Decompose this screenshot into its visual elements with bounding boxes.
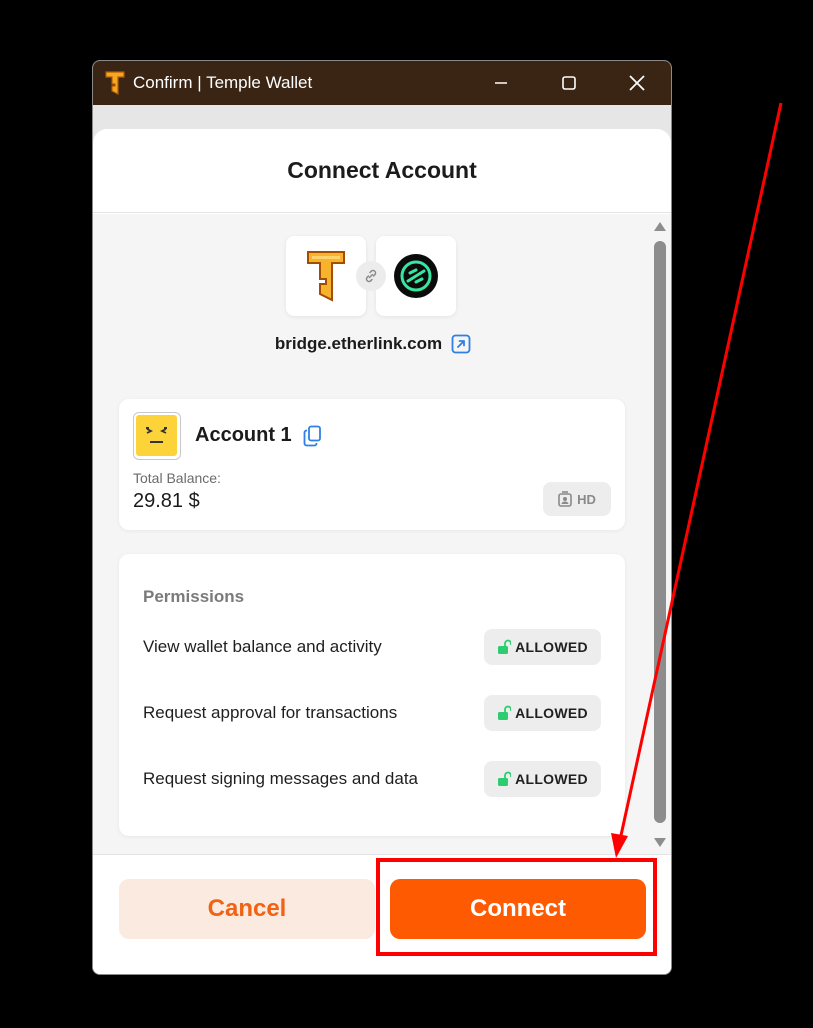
- dapp-site-row: bridge.etherlink.com: [93, 334, 653, 354]
- link-icon: [356, 261, 386, 291]
- temple-key-icon: [307, 251, 345, 302]
- connect-highlight-box: [376, 858, 657, 956]
- permissions-card: Permissions View wallet balance and acti…: [119, 554, 625, 836]
- account-card[interactable]: Account 1 Total Balance: 29.81 $ HD: [119, 399, 625, 530]
- allowed-badge: ALLOWED: [484, 695, 601, 731]
- permissions-title: Permissions: [143, 587, 245, 606]
- title-bar[interactable]: Confirm | Temple Wallet: [93, 61, 671, 105]
- cancel-button[interactable]: Cancel: [119, 879, 375, 939]
- hd-wallet-icon: [558, 491, 572, 507]
- balance-label: Total Balance:: [133, 470, 221, 486]
- connect-dialog: Connect Account bridge.etherlink.com Acc…: [93, 129, 671, 974]
- permission-label: Request approval for transactions: [143, 703, 398, 722]
- connection-logos: [286, 236, 456, 316]
- scroll-down-arrow-icon[interactable]: [654, 838, 666, 847]
- balance-value: 29.81 $: [133, 490, 200, 512]
- scroll-up-arrow-icon[interactable]: [654, 222, 666, 231]
- account-avatar-icon: [133, 412, 181, 460]
- permission-row: Request approval for transactions ALLOWE…: [143, 695, 601, 731]
- permission-row: View wallet balance and activity ALLOWED: [143, 629, 601, 665]
- unlock-icon: [498, 639, 512, 654]
- unlock-icon: [498, 705, 512, 720]
- hd-badge: HD: [543, 482, 611, 516]
- permission-label: Request signing messages and data: [143, 769, 419, 788]
- temple-key-logo: [286, 236, 366, 316]
- allowed-text: ALLOWED: [515, 771, 588, 787]
- minimize-button[interactable]: [467, 61, 535, 105]
- scrollbar[interactable]: [653, 214, 667, 854]
- allowed-badge: ALLOWED: [484, 761, 601, 797]
- allowed-text: ALLOWED: [515, 705, 588, 721]
- allowed-badge: ALLOWED: [484, 629, 601, 665]
- dapp-url: bridge.etherlink.com: [274, 334, 443, 353]
- unlock-icon: [498, 771, 512, 786]
- maximize-icon: [562, 76, 576, 90]
- dialog-header: Connect Account: [93, 129, 671, 213]
- scroll-thumb[interactable]: [654, 241, 666, 823]
- allowed-text: ALLOWED: [515, 639, 588, 655]
- close-button[interactable]: [603, 61, 671, 105]
- close-icon: [629, 75, 645, 91]
- hd-label: HD: [577, 491, 596, 507]
- external-link-icon[interactable]: [451, 334, 471, 354]
- etherlink-icon: [394, 254, 438, 298]
- temple-wallet-icon: [105, 71, 125, 95]
- permission-row: Request signing messages and data ALLOWE…: [143, 761, 601, 797]
- etherlink-logo: [376, 236, 456, 316]
- content-scroll-area[interactable]: bridge.etherlink.com Account 1 Total Bal…: [93, 214, 671, 854]
- copy-icon[interactable]: [303, 425, 323, 447]
- app-window: Confirm | Temple Wallet Connect Account: [92, 60, 672, 975]
- minimize-icon: [495, 82, 507, 84]
- maximize-button[interactable]: [535, 61, 603, 105]
- page-title: Connect Account: [287, 157, 477, 183]
- window-title: Confirm | Temple Wallet: [133, 73, 313, 92]
- permission-label: View wallet balance and activity: [143, 637, 382, 656]
- account-name: Account 1: [195, 424, 292, 446]
